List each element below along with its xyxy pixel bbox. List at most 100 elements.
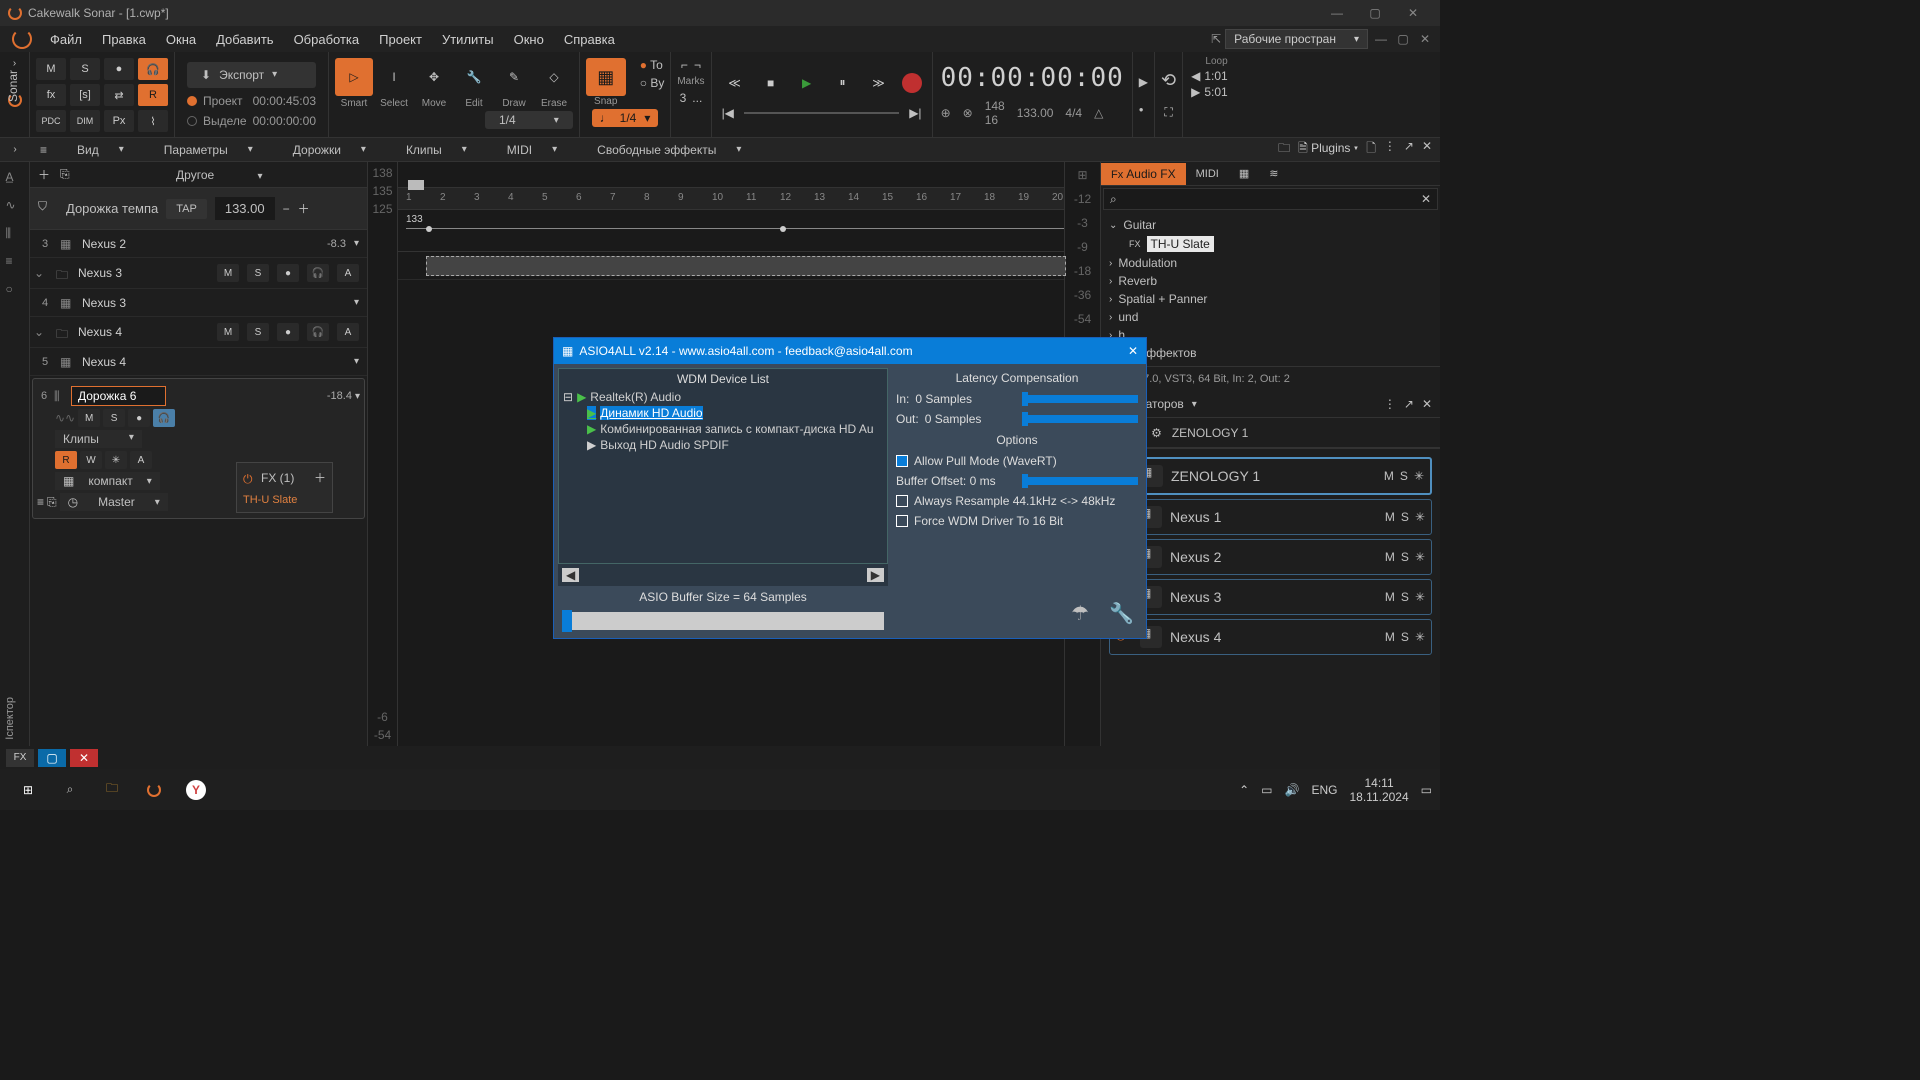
doc-maximize-button[interactable]: ▢ xyxy=(1394,26,1412,52)
fx-plugin-name[interactable]: TH-U Slate xyxy=(243,494,326,506)
fx-button[interactable]: fx xyxy=(36,84,66,106)
synth-settings-icon[interactable]: ⚙ xyxy=(1151,426,1162,440)
folder-solo[interactable]: S xyxy=(247,264,269,282)
menu-project[interactable]: Проект xyxy=(369,28,432,51)
folder-archive[interactable]: A xyxy=(337,323,359,341)
bars-tool-icon[interactable]: ⫼ xyxy=(6,226,24,244)
start-button[interactable]: ⊞ xyxy=(8,769,48,810)
auto-a[interactable]: A xyxy=(130,451,152,469)
track-name-input[interactable] xyxy=(71,386,166,406)
next-mark-button[interactable]: ¬ xyxy=(694,58,701,72)
folder-monitor[interactable]: 🎧 xyxy=(307,264,329,282)
midi-tab[interactable]: MIDI xyxy=(1186,164,1229,184)
tap-button[interactable]: TAP xyxy=(166,199,207,219)
cakewalk-taskbar-button[interactable] xyxy=(134,769,174,810)
circle-tool-icon[interactable]: ○ xyxy=(6,282,24,300)
menu-windows[interactable]: Окна xyxy=(156,28,206,51)
doc-close-button[interactable]: ✕ xyxy=(1416,26,1434,52)
menu-utilities[interactable]: Утилиты xyxy=(432,28,504,51)
synth-popout-icon[interactable]: ↗ xyxy=(1404,397,1414,411)
pdc-button[interactable]: PDC xyxy=(36,110,66,132)
prev-mark-button[interactable]: ⌐ xyxy=(681,58,688,72)
close-panel-icon[interactable]: ✕ xyxy=(1422,139,1432,160)
is-button[interactable]: [s] xyxy=(70,84,100,106)
latency-out-slider[interactable] xyxy=(1028,415,1138,423)
menu-file[interactable]: Файл xyxy=(40,28,92,51)
menu-popout-icon[interactable]: ⇱ xyxy=(1211,32,1221,46)
snap-by-radio[interactable]: ○ By xyxy=(640,76,665,90)
transport-slider[interactable] xyxy=(744,112,899,114)
latency-in-slider[interactable] xyxy=(1028,395,1138,403)
tree-modulation[interactable]: ›Modulation xyxy=(1109,254,1432,272)
export-selection-radio[interactable]: Выделе 00:00:00:00 xyxy=(187,114,316,128)
tempo-lane[interactable]: 133 xyxy=(398,210,1064,252)
tray-lang[interactable]: ENG xyxy=(1311,783,1337,797)
plugin-search[interactable]: ⌕ ✕ xyxy=(1103,188,1438,210)
yandex-taskbar-button[interactable]: Y xyxy=(176,769,216,810)
tray-volume-icon[interactable]: 🔊 xyxy=(1285,783,1300,797)
track-monitor[interactable]: 🎧 xyxy=(153,409,175,427)
allow-pull-checkbox[interactable]: Allow Pull Mode (WaveRT) xyxy=(892,452,1142,470)
eq-tab[interactable]: ▦ xyxy=(1229,163,1259,184)
fx-power-icon[interactable]: ⏻ xyxy=(243,472,255,484)
pause-button[interactable]: ⏸ xyxy=(830,70,856,96)
auto-write[interactable]: W xyxy=(80,451,102,469)
stop-button[interactable]: ■ xyxy=(758,70,784,96)
compact-select[interactable]: ▦ компакт▾ xyxy=(55,472,160,490)
link2-icon[interactable]: ⊗ xyxy=(963,106,973,120)
plugins-tab-icon[interactable]: 🗎 Plugins ▾ xyxy=(1298,139,1358,160)
track-folder-row[interactable]: ⌄ 🗀 Nexus 3 M S ● 🎧 A xyxy=(30,258,367,289)
smart-tool[interactable]: ▷ xyxy=(335,58,373,96)
folder-icon[interactable]: 🗀 xyxy=(1278,139,1290,160)
folder-arm[interactable]: ● xyxy=(277,323,299,341)
track-mute[interactable]: M xyxy=(78,409,100,427)
scroll-left-button[interactable]: ◀ xyxy=(562,568,579,582)
solo-all-button[interactable]: S xyxy=(70,58,100,80)
time-display[interactable]: 00:00:00:00 xyxy=(941,63,1124,93)
toolbar-expand-icon[interactable]: › xyxy=(13,58,16,69)
text-tool-icon[interactable]: A̲ xyxy=(6,170,24,188)
export-button[interactable]: ⬇ Экспорт ▾ xyxy=(187,62,316,88)
rewind-button[interactable]: ≪ xyxy=(722,70,748,96)
synth-solo[interactable]: S xyxy=(1400,469,1408,483)
doc-minimize-button[interactable]: — xyxy=(1372,26,1390,52)
folder-mute[interactable]: M xyxy=(217,264,239,282)
metronome-icon[interactable]: ⊕ xyxy=(941,106,951,120)
footer-close-button[interactable]: ✕ xyxy=(70,749,98,767)
synth-item[interactable]: ⏻ ▦ Nexus 2 MS✳ xyxy=(1109,539,1432,575)
tempo-value[interactable]: 133.00 xyxy=(1017,106,1054,120)
copy-track-button[interactable]: ⎘ xyxy=(60,167,70,182)
track-row[interactable]: 5 ▦ Nexus 4 ▾ xyxy=(30,348,367,376)
more-icon[interactable]: ⋮ xyxy=(1384,139,1396,160)
audiofx-tab[interactable]: Fx Audio FX xyxy=(1101,163,1186,185)
tempo-input[interactable]: 133.00 xyxy=(215,197,275,220)
midi-menu[interactable]: MIDI▾ xyxy=(487,143,577,157)
device-speaker[interactable]: ▶Динамик HD Audio xyxy=(559,405,887,421)
midi-clip[interactable] xyxy=(426,256,1066,276)
tray-date[interactable]: 18.11.2024 xyxy=(1349,790,1408,804)
menu-help[interactable]: Справка xyxy=(554,28,625,51)
menu-logo-icon[interactable] xyxy=(12,29,32,49)
read-button[interactable]: R xyxy=(138,84,168,106)
timesig-value[interactable]: 4/4 xyxy=(1065,106,1082,120)
track-folder-row[interactable]: ⌄ 🗀 Nexus 4 M S ● 🎧 A xyxy=(30,317,367,348)
filter-icon[interactable]: ≡ xyxy=(30,143,57,157)
snap-value-select[interactable]: ♩ 1/4 ▾ xyxy=(592,109,659,127)
list-tool-icon[interactable]: ≡ xyxy=(6,254,24,272)
folder-mute[interactable]: M xyxy=(217,323,239,341)
asio-close-button[interactable]: ✕ xyxy=(1128,344,1138,358)
arm-button[interactable]: ● xyxy=(104,58,134,80)
search-button[interactable]: ⌕ xyxy=(50,769,90,810)
list-icon[interactable]: ≡ xyxy=(37,495,44,509)
close-button[interactable]: ✕ xyxy=(1394,0,1432,26)
big-play-icon[interactable]: ▶ xyxy=(1139,75,1148,89)
tree-guitar[interactable]: ⌄Guitar xyxy=(1109,216,1432,234)
resample-checkbox[interactable]: Always Resample 44.1kHz <-> 48kHz xyxy=(892,492,1142,510)
asio-tools-icon[interactable]: 🔧 xyxy=(1109,601,1134,626)
doc-icon[interactable]: 🗋 xyxy=(1366,139,1376,160)
freefx-menu[interactable]: Свободные эффекты▾ xyxy=(577,143,761,157)
monitor-button[interactable]: 🎧 xyxy=(138,58,168,80)
dim-button[interactable]: DIM xyxy=(70,110,100,132)
mute-all-button[interactable]: M xyxy=(36,58,66,80)
track-solo[interactable]: S xyxy=(103,409,125,427)
